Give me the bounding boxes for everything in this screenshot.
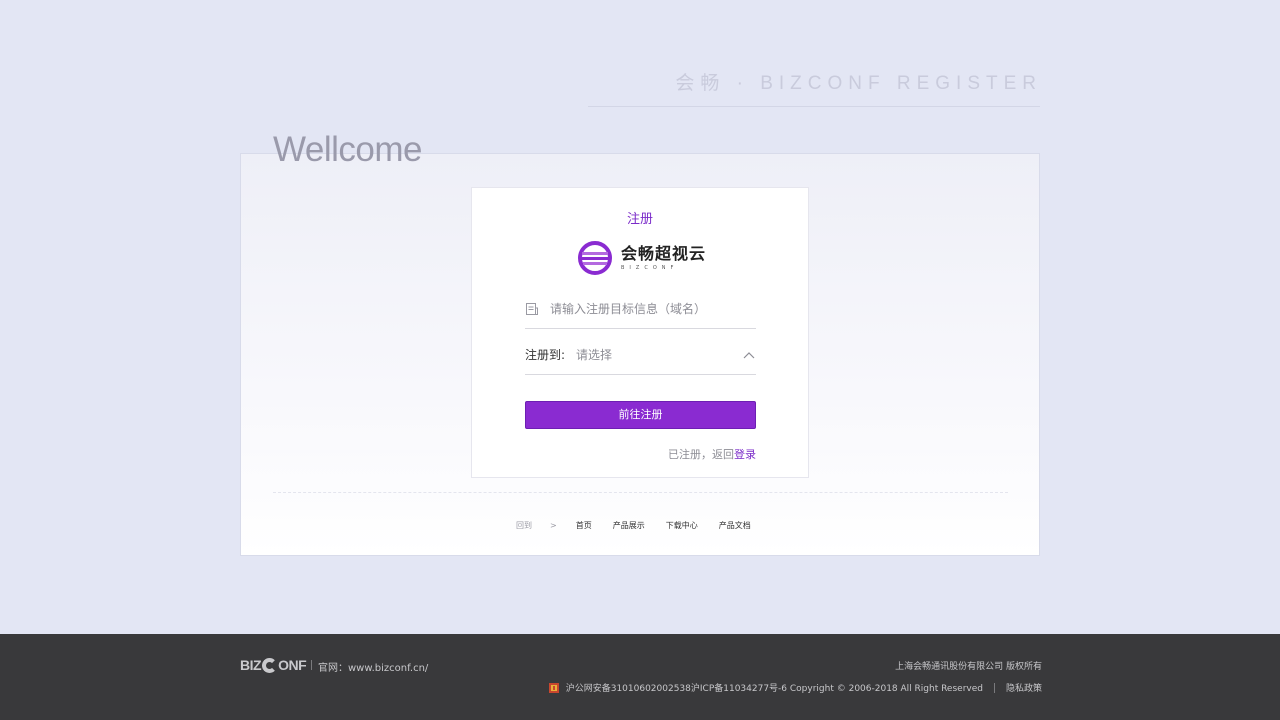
breadcrumb-downloads[interactable]: 下载中心 — [666, 520, 698, 531]
footer-logo[interactable]: BIZ ONF — [240, 657, 307, 673]
footer-icp: 沪公网安备31010602002538沪ICP备11034277号-6 Copy… — [548, 681, 1042, 694]
breadcrumb-docs[interactable]: 产品文档 — [719, 520, 751, 531]
footer-divider — [311, 660, 312, 670]
police-badge-icon — [548, 682, 559, 693]
register-form: 注册 会畅超视云 BIZCONF 注册到: 请选择 前往注册 已注册，返回登录 — [471, 187, 809, 478]
footer-separator — [993, 682, 995, 693]
document-icon — [526, 302, 538, 315]
header-divider — [588, 106, 1040, 107]
footer-icp-text[interactable]: 沪公网安备31010602002538沪ICP备11034277号-6 Copy… — [566, 681, 983, 694]
footer-copyright-company: 上海会畅通讯股份有限公司 版权所有 — [895, 662, 1042, 672]
domain-field — [525, 289, 756, 329]
breadcrumb-separator: > — [550, 521, 557, 530]
bizconf-logo-icon — [578, 241, 612, 275]
footer: BIZ ONF 官网：www.bizconf.cn/ 上海会畅通讯股份有限公司 版… — [0, 634, 1280, 720]
register-button[interactable]: 前往注册 — [525, 401, 756, 429]
login-hint: 已注册，返回登录 — [668, 446, 756, 462]
form-title: 注册 — [626, 212, 653, 227]
breadcrumb-prefix: 回到 — [516, 521, 532, 530]
footer-site-link[interactable]: 官网：www.bizconf.cn/ — [318, 659, 428, 674]
page-header-title: 会畅 · BIZCONF REGISTER — [675, 73, 1042, 94]
footer-logo-left: BIZ — [240, 657, 262, 673]
footer-logo-c-icon — [262, 657, 278, 673]
welcome-heading: Wellcome — [273, 130, 423, 169]
logo-name-en: BIZCONF — [621, 265, 679, 271]
dotted-divider — [273, 492, 1008, 493]
domain-input[interactable] — [550, 301, 740, 316]
breadcrumb-home[interactable]: 首页 — [576, 520, 592, 531]
login-link[interactable]: 登录 — [734, 448, 756, 461]
footer-privacy-link[interactable]: 隐私政策 — [1006, 681, 1042, 694]
logo-name-cn: 会畅超视云 — [621, 244, 707, 263]
register-to-value[interactable]: 请选择 — [576, 346, 743, 363]
register-to-label: 注册到: — [525, 348, 566, 362]
chevron-up-icon[interactable] — [743, 351, 755, 359]
breadcrumb-products[interactable]: 产品展示 — [613, 520, 645, 531]
breadcrumb: 回到 > 首页 产品展示 下载中心 产品文档 — [516, 520, 772, 531]
brand-logo: 会畅超视云 BIZCONF — [577, 240, 706, 276]
register-to-select[interactable]: 注册到: 请选择 — [525, 335, 756, 375]
login-hint-text: 已注册，返回 — [668, 448, 734, 461]
footer-logo-right: ONF — [278, 657, 307, 673]
